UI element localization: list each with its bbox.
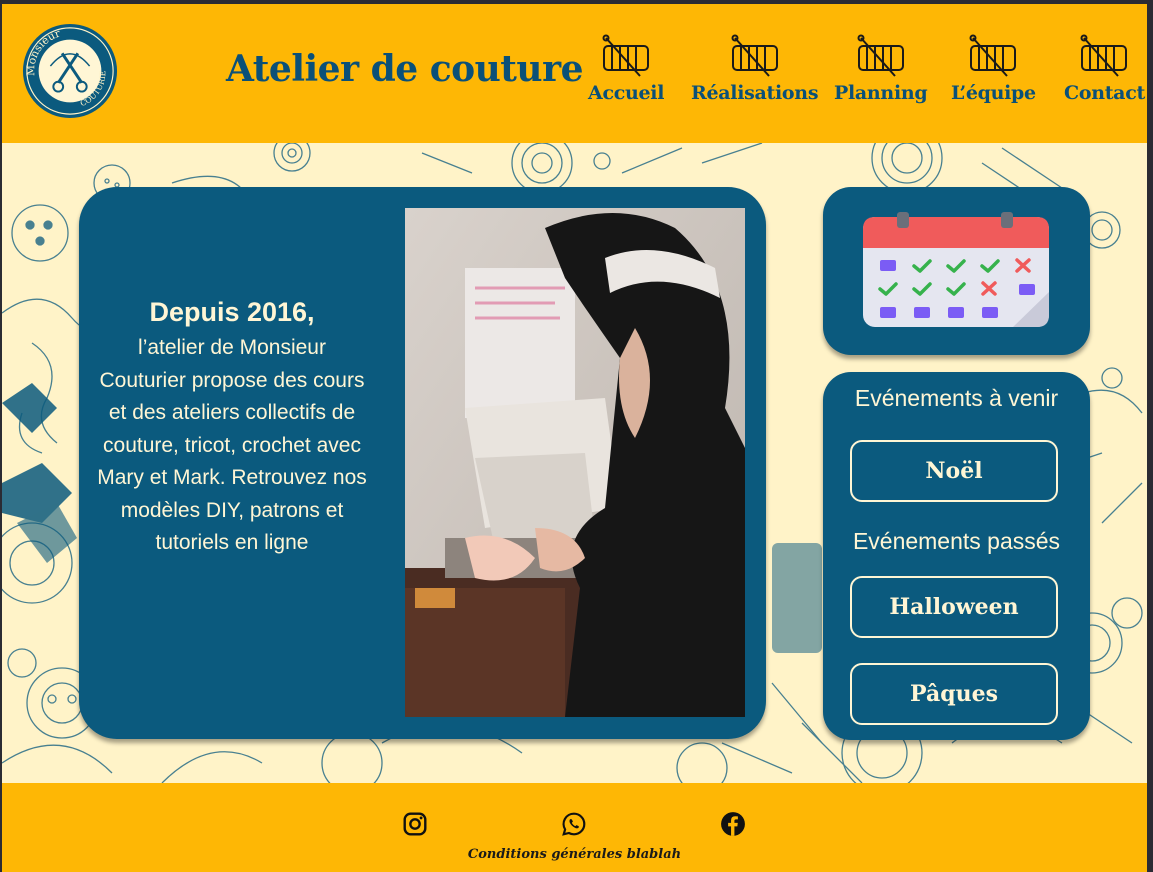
intro-body: l’atelier de Monsieur Couturier propose …: [97, 336, 367, 554]
site-header: Monsieur COUTURIER Atelier de couture Ac…: [2, 4, 1147, 143]
event-button-paques[interactable]: Pâques: [850, 663, 1058, 725]
facebook-icon[interactable]: [720, 811, 746, 837]
site-title: Atelier de couture: [226, 48, 583, 90]
upcoming-events-title: Evénements à venir: [854, 385, 1059, 411]
events-card: Evénements à venir Noël Evénements passé…: [823, 372, 1090, 740]
nav-label: Contact: [1064, 82, 1145, 104]
page: Monsieur COUTURIER Atelier de couture Ac…: [2, 4, 1147, 872]
instagram-icon[interactable]: [402, 811, 428, 837]
nav-label: Réalisations: [691, 82, 819, 104]
intro-text: Depuis 2016, l’atelier de Monsieur Coutu…: [95, 297, 369, 560]
sewing-icon: [857, 34, 904, 77]
nav-planning[interactable]: Planning: [834, 34, 928, 104]
nav-accueil[interactable]: Accueil: [588, 34, 664, 104]
site-footer: Conditions générales blablah: [2, 783, 1147, 872]
nav-realisations[interactable]: Réalisations: [691, 34, 819, 104]
nav-contact[interactable]: Contact: [1064, 34, 1145, 104]
calendar-card[interactable]: [823, 187, 1090, 355]
past-events-title: Evénements passés: [852, 528, 1061, 554]
sewing-icon: [731, 34, 778, 77]
sewing-icon: [602, 34, 650, 77]
legal-link[interactable]: Conditions générales blablah: [2, 847, 1147, 862]
nav-label: L’équipe: [951, 82, 1036, 104]
intro-heading: Depuis 2016,: [149, 297, 315, 327]
sewing-icon: [969, 34, 1017, 77]
nav-equipe[interactable]: L’équipe: [951, 34, 1036, 104]
nav-label: Planning: [834, 82, 928, 104]
event-button-noel[interactable]: Noël: [850, 440, 1058, 502]
workshop-photo: [405, 208, 745, 717]
logo[interactable]: Monsieur COUTURIER: [21, 22, 119, 120]
calendar-icon: [863, 212, 1049, 327]
whatsapp-icon[interactable]: [561, 811, 587, 837]
sewing-icon: [1080, 34, 1128, 77]
intro-card: Depuis 2016, l’atelier de Monsieur Coutu…: [79, 187, 766, 739]
nav-label: Accueil: [588, 82, 665, 104]
event-button-halloween[interactable]: Halloween: [850, 576, 1058, 638]
